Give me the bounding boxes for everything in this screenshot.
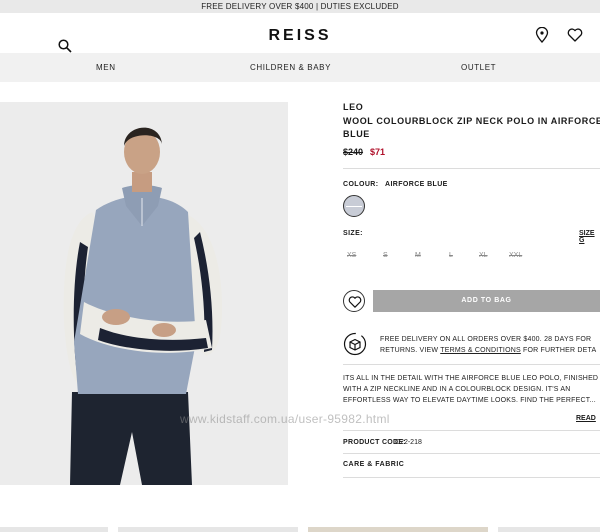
nav-item-children-baby[interactable]: CHILDREN & BABY: [250, 53, 331, 82]
delivery-text-end: FOR FURTHER DETA: [520, 347, 597, 354]
model-illustration: [0, 102, 288, 485]
size-guide-link[interactable]: SIZE G: [579, 230, 600, 244]
related-product-thumb[interactable]: [118, 527, 298, 532]
promo-text: FREE DELIVERY OVER $400 | DUTIES EXCLUDE…: [201, 2, 399, 11]
promo-banner: FREE DELIVERY OVER $400 | DUTIES EXCLUDE…: [0, 0, 600, 13]
product-image[interactable]: [0, 102, 288, 485]
size-option-l[interactable]: L: [449, 252, 453, 259]
divider: [343, 477, 600, 478]
size-option-xl[interactable]: XL: [479, 252, 488, 259]
delivery-info: FREE DELIVERY ON ALL ORDERS OVER $400. 2…: [380, 334, 600, 356]
divider: [343, 364, 600, 365]
sale-price: $71: [370, 147, 386, 157]
main-nav: MEN CHILDREN & BABY OUTLET: [0, 53, 600, 82]
terms-link[interactable]: TERMS & CONDITIONS: [440, 347, 521, 354]
delivery-returns-icon: [343, 332, 367, 356]
size-option-xs[interactable]: XS: [347, 252, 356, 259]
colour-label: COLOUR:: [343, 181, 379, 188]
size-option-xxl[interactable]: XXL: [509, 252, 522, 259]
divider: [343, 453, 600, 454]
related-product-thumb[interactable]: [308, 527, 488, 532]
site-logo[interactable]: REISS: [0, 27, 600, 45]
heart-icon[interactable]: [567, 28, 583, 42]
divider: [343, 168, 600, 169]
colour-value: AIRFORCE BLUE: [385, 181, 448, 188]
size-option-m[interactable]: M: [415, 252, 421, 259]
product-code-value: C22-218: [395, 439, 422, 446]
add-to-wishlist-button[interactable]: [343, 290, 365, 312]
colour-swatch-airforce-blue[interactable]: [343, 195, 365, 217]
heart-icon: [348, 296, 362, 308]
nav-item-outlet[interactable]: OUTLET: [461, 53, 496, 82]
add-to-bag-button[interactable]: ADD TO BAG: [373, 290, 600, 312]
watermark-text: www.kidstaff.com.ua/user-95982.html: [180, 412, 390, 426]
related-product-thumb[interactable]: [0, 527, 108, 532]
read-more-link[interactable]: READ: [576, 415, 596, 422]
size-option-s[interactable]: S: [383, 252, 388, 259]
nav-item-men[interactable]: MEN: [96, 53, 116, 82]
related-product-thumb[interactable]: [498, 527, 600, 532]
site-header: REISS: [0, 13, 600, 59]
product-description: ITS ALL IN THE DETAIL WITH THE AIRFORCE …: [343, 375, 599, 404]
care-fabric-accordion[interactable]: CARE & FABRIC: [343, 461, 404, 468]
divider: [343, 430, 600, 431]
product-title: WOOL COLOURBLOCK ZIP NECK POLO IN AIRFOR…: [343, 116, 600, 139]
size-label: SIZE:: [343, 230, 363, 237]
product-brand: LEO: [343, 102, 364, 112]
map-pin-icon[interactable]: [535, 27, 549, 43]
original-price: $240: [343, 147, 364, 157]
